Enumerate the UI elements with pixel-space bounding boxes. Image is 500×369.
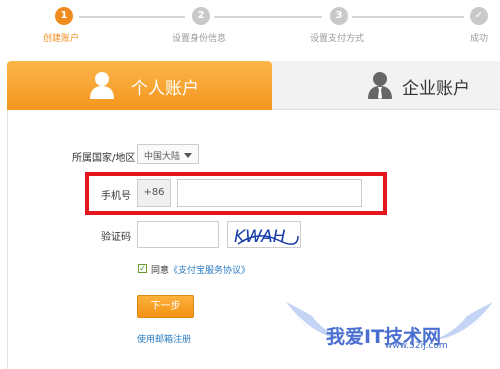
phone-highlight-box bbox=[85, 172, 387, 215]
captcha-label: 验证码 bbox=[101, 232, 131, 243]
step-1-label: 创建账户 bbox=[43, 34, 80, 44]
step-connector bbox=[79, 16, 185, 18]
account-type-tabs: 个人账户 企业账户 bbox=[7, 61, 500, 110]
chevron-down-icon bbox=[184, 153, 192, 158]
person-icon bbox=[90, 72, 114, 99]
captcha-input[interactable] bbox=[137, 221, 219, 248]
country-label: 所属国家/地区 bbox=[72, 153, 136, 164]
business-person-icon bbox=[368, 72, 392, 99]
step-4-check-icon: ✓ bbox=[470, 7, 488, 25]
step-3-circle: 3 bbox=[330, 7, 348, 25]
tab-enterprise-label: 企业账户 bbox=[402, 79, 470, 99]
agree-checkbox[interactable]: ✓ bbox=[138, 264, 147, 273]
country-select[interactable]: 中国大陆 bbox=[137, 144, 199, 164]
agree-text: 同意《支付宝服务协议》 bbox=[151, 263, 250, 276]
agree-prefix: 同意 bbox=[151, 266, 170, 276]
service-agreement-link[interactable]: 《支付宝服务协议》 bbox=[169, 266, 250, 276]
tab-personal-account[interactable]: 个人账户 bbox=[7, 61, 272, 110]
tab-personal-label: 个人账户 bbox=[131, 79, 199, 99]
captcha-image[interactable]: KWAH bbox=[227, 221, 301, 248]
captcha-image-text: KWAH bbox=[234, 227, 286, 247]
next-step-button[interactable]: 下一步 bbox=[137, 295, 194, 318]
watermark-url: www.52ij.com bbox=[385, 341, 448, 351]
email-register-link[interactable]: 使用邮箱注册 bbox=[137, 332, 191, 345]
step-connector bbox=[214, 16, 322, 18]
step-3-label: 设置支付方式 bbox=[310, 34, 365, 44]
step-1-circle: 1 bbox=[55, 7, 73, 25]
step-2-label: 设置身份信息 bbox=[172, 34, 227, 44]
step-connector bbox=[352, 16, 464, 18]
step-4-label: 成功 bbox=[470, 34, 489, 44]
tab-enterprise-account[interactable]: 企业账户 bbox=[272, 61, 500, 110]
captcha-image-graphic: KWAH bbox=[234, 227, 299, 247]
country-select-value: 中国大陆 bbox=[144, 152, 181, 162]
progress-stepper: 1 创建账户 2 设置身份信息 3 设置支付方式 ✓ 成功 bbox=[0, 0, 500, 50]
step-2-circle: 2 bbox=[192, 7, 210, 25]
